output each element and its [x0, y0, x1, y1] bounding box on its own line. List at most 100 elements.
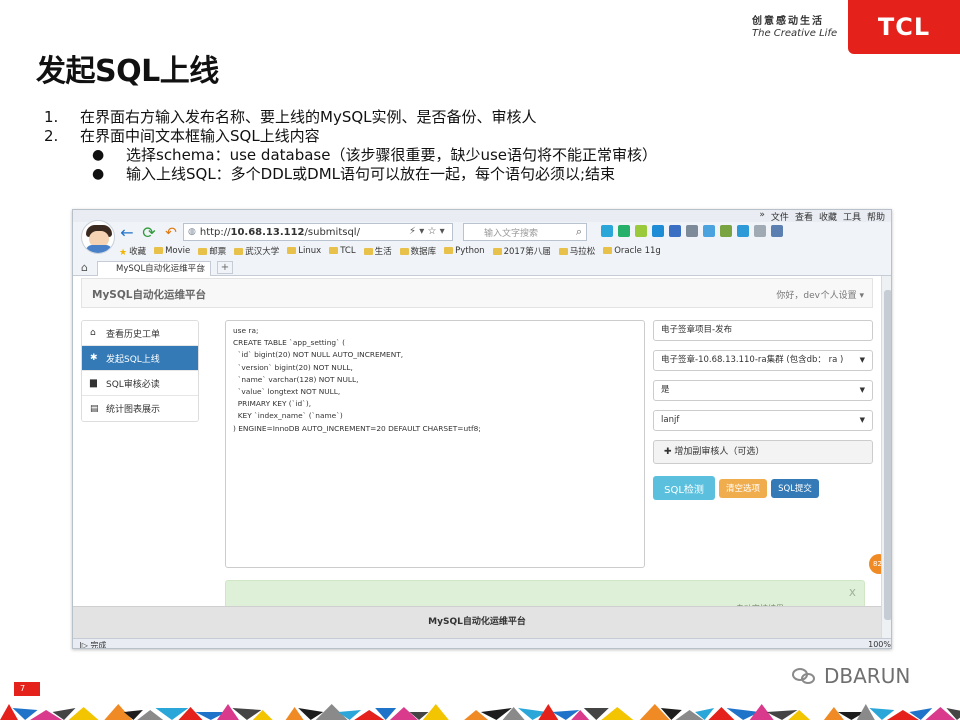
extension-icon[interactable] — [652, 225, 664, 237]
backup-select-value: 是 — [661, 385, 670, 395]
reviewer-select-value: lanjf — [661, 415, 680, 425]
release-form: 电子签章项目-发布 电子签章-10.68.13.110-ra集群 (包含db： … — [653, 320, 873, 500]
step-text: 在界面右方输入发布名称、要上线的MySQL实例、是否备份、审核人 — [80, 108, 537, 126]
sidebar-item-history[interactable]: ⌂ 查看历史工单 — [82, 321, 198, 346]
bookmark-folder[interactable]: TCL — [329, 246, 355, 256]
step-number: 2. — [44, 127, 59, 145]
extension-icon[interactable] — [703, 225, 715, 237]
tab-title: MySQL自动化运维平台 — [116, 264, 205, 274]
extension-icon[interactable] — [737, 225, 749, 237]
asterisk-icon: ✱ — [90, 353, 98, 363]
lightning-icon[interactable]: ⚡ — [409, 226, 416, 237]
undo-icon[interactable]: ↶ — [163, 225, 179, 241]
menu-help[interactable]: 帮助 — [867, 210, 885, 223]
extension-icon[interactable] — [618, 225, 630, 237]
user-settings-label: 个人设置 — [820, 291, 857, 301]
app-navbar: MySQL自动化运维平台 你好，dev 个人设置 ▾ — [81, 278, 873, 308]
add-reviewer-label: 增加副审核人（可选） — [674, 447, 765, 457]
backup-select[interactable]: 是 ▼ — [653, 380, 873, 401]
clear-options-button[interactable]: 清空选项 — [719, 478, 767, 498]
user-settings-menu[interactable]: 个人设置 ▾ — [821, 288, 864, 301]
bookmark-folder[interactable]: Oracle 11g — [603, 246, 661, 256]
extension-icon[interactable] — [669, 225, 681, 237]
sidebar-item-label: 统计图表展示 — [106, 405, 161, 415]
url-path: /submitsql/ — [304, 226, 360, 238]
dropdown-icon[interactable]: ▾ — [440, 226, 445, 237]
extension-icon[interactable] — [720, 225, 732, 237]
bookmark-folder[interactable]: 邮票 — [198, 245, 226, 257]
sub-bullet-list: ● 选择schema：use database（该步骤很重要，缺少use语句将不… — [92, 146, 657, 184]
instance-select[interactable]: 电子签章-10.68.13.110-ra集群 (包含db： ra ) ▼ — [653, 350, 873, 371]
url-prefix: http:// — [199, 226, 231, 238]
tab-active[interactable]: MySQL自动化运维平台 × — [97, 261, 211, 276]
back-arrow-icon[interactable]: ← — [119, 225, 135, 241]
extension-icon[interactable] — [635, 225, 647, 237]
status-text: |▷ 完成 — [79, 641, 107, 649]
menu-more[interactable]: » — [759, 210, 765, 223]
bookmark-folder[interactable]: Linux — [287, 246, 321, 256]
shield-icon: ◍ — [188, 227, 196, 237]
bookmark-folder[interactable]: 武汉大学 — [234, 245, 279, 257]
release-name-input[interactable]: 电子签章项目-发布 — [653, 320, 873, 341]
sidebar-item-charts[interactable]: ▤ 统计图表展示 — [82, 396, 198, 421]
extension-icon[interactable] — [601, 225, 613, 237]
form-actions: SQL检测 清空选项 SQL提交 — [653, 476, 873, 500]
bookmark-folder[interactable]: 数据库 — [400, 245, 437, 257]
extension-icon[interactable] — [771, 225, 783, 237]
step-item: 2. 在界面中间文本框输入SQL上线内容 — [44, 127, 657, 146]
sql-textarea[interactable]: use ra; CREATE TABLE `app_setting` ( `id… — [225, 320, 645, 568]
nav-controls: ← ⟳ ↶ — [119, 223, 179, 243]
file-icon: ▤ — [90, 403, 99, 414]
sql-check-button[interactable]: SQL检测 — [653, 476, 715, 500]
page-viewport: MySQL自动化运维平台 你好，dev 个人设置 ▾ ⌂ 查看历史工单 ✱ 发起… — [73, 276, 881, 638]
dropdown-icon[interactable]: ▾ — [419, 226, 424, 237]
wechat-icon — [792, 666, 818, 686]
tab-close-icon[interactable]: × — [199, 262, 206, 276]
sidebar-item-submit-sql[interactable]: ✱ 发起SQL上线 — [82, 346, 198, 371]
page-number: 7 — [14, 682, 40, 696]
bookmark-folder[interactable]: Python — [444, 246, 484, 256]
search-placeholder: 输入文字搜索 — [484, 228, 539, 239]
home-icon[interactable]: ⌂ — [81, 261, 88, 274]
status-label: 完成 — [90, 641, 107, 649]
zoom-level[interactable]: 100% — [868, 640, 891, 648]
ribbon-triangle — [0, 704, 18, 720]
book-icon: ▆ — [90, 378, 97, 388]
caret-down-icon: ▼ — [859, 386, 865, 394]
bookmark-folder[interactable]: 马拉松 — [559, 245, 596, 257]
bookmark-folder[interactable]: Movie — [154, 246, 190, 256]
brand-slogan-cn: 创意感动生活 — [752, 16, 824, 27]
menu-tools[interactable]: 工具 — [843, 210, 861, 223]
watermark-text: DBARUN — [824, 664, 911, 688]
sidebar-item-sql-guide[interactable]: ▆ SQL审核必读 — [82, 371, 198, 396]
search-input[interactable]: 输入文字搜索 ⌕ — [463, 223, 587, 241]
refresh-icon[interactable]: ⟳ — [141, 225, 157, 241]
home-icon: ⌂ — [90, 328, 96, 338]
app-footer: MySQL自动化运维平台 — [73, 606, 881, 638]
app-brand[interactable]: MySQL自动化运维平台 — [92, 287, 206, 302]
extension-icon[interactable] — [686, 225, 698, 237]
alert-close-icon[interactable]: x — [849, 585, 856, 599]
bookmark-folder[interactable]: 生活 — [364, 245, 392, 257]
bookmark-favorites[interactable]: 收藏 — [119, 245, 146, 258]
scrollbar-thumb[interactable] — [884, 290, 891, 620]
extension-icon[interactable] — [754, 225, 766, 237]
star-icon[interactable]: ☆ — [427, 226, 436, 237]
menu-file[interactable]: 文件 — [771, 210, 789, 223]
bookmarks-bar: 收藏 Movie 邮票 武汉大学 Linux TCL 生活 数据库 Python… — [119, 244, 661, 258]
reviewer-select[interactable]: lanjf ▼ — [653, 410, 873, 431]
bookmark-folder[interactable]: 2017第八届 — [493, 245, 551, 257]
user-avatar[interactable] — [81, 220, 115, 254]
menu-view[interactable]: 查看 — [795, 210, 813, 223]
add-reviewer-button[interactable]: ✚ 增加副审核人（可选） — [653, 440, 873, 464]
scrollbar[interactable] — [881, 276, 891, 638]
brand-slogan-en: The Creative Life — [752, 28, 838, 39]
new-tab-button[interactable]: + — [217, 261, 233, 274]
sub-bullet-item: ● 输入上线SQL：多个DDL或DML语句可以放在一起，每个语句必须以;结束 — [92, 165, 657, 184]
brand-slogan: 创意感动生活 The Creative Life — [752, 16, 837, 40]
search-icon[interactable]: ⌕ — [576, 225, 582, 239]
sql-submit-button[interactable]: SQL提交 — [771, 478, 819, 498]
step-item: 1. 在界面右方输入发布名称、要上线的MySQL实例、是否备份、审核人 — [44, 108, 657, 127]
menu-favorites[interactable]: 收藏 — [819, 210, 837, 223]
bullet-marker: ● — [92, 147, 105, 163]
